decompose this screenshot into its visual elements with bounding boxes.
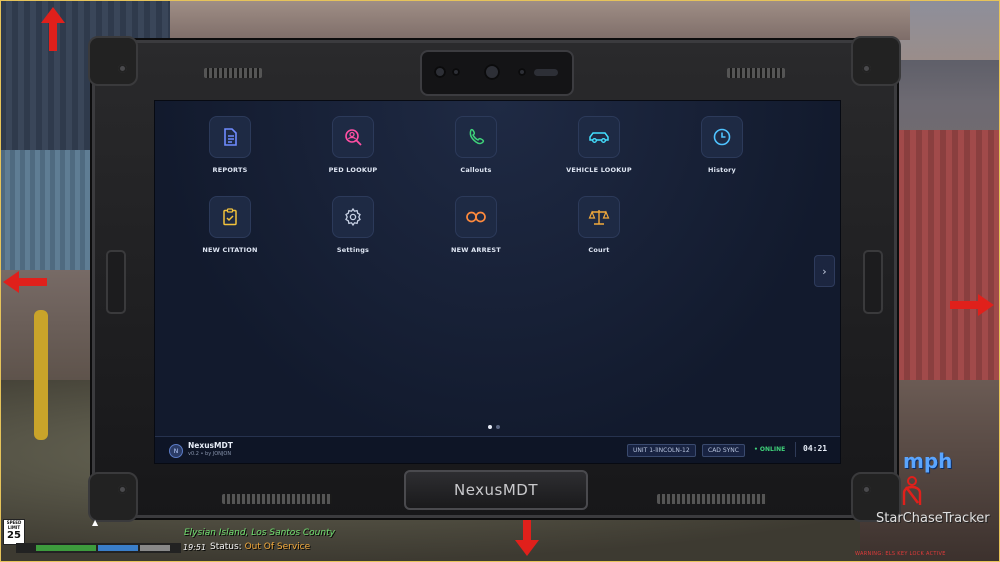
speed-limit-value: 25 xyxy=(7,530,21,541)
speed-unit: mph xyxy=(903,449,953,473)
yellow-post xyxy=(34,310,48,440)
shipping-container-left xyxy=(0,150,105,270)
divider xyxy=(795,442,796,457)
app-label: PED LOOKUP xyxy=(328,166,378,174)
app-history[interactable]: History xyxy=(667,116,777,174)
camera-module xyxy=(420,50,574,96)
mdt-tablet[interactable]: REPORTS PED LOOKUP Callouts VEHICLE LOOK… xyxy=(88,36,901,522)
app-new-citation-tile[interactable] xyxy=(209,196,251,238)
app-settings[interactable]: Settings xyxy=(298,196,408,254)
unit-badge[interactable]: UNIT 1-lINCOLN-12 xyxy=(627,444,696,457)
shipping-container-right xyxy=(880,130,1000,390)
vent-grille xyxy=(727,68,785,78)
app-court-tile[interactable] xyxy=(578,196,620,238)
app-vehicle-lookup[interactable]: VEHICLE LOOKUP xyxy=(544,116,654,174)
tablet-corner xyxy=(88,472,138,522)
screw xyxy=(862,64,871,73)
speed-limit-sign: SPEED LIMIT 25 xyxy=(3,519,25,545)
brand-name: NexusMDT xyxy=(188,441,233,450)
player-marker-icon: ▲ xyxy=(92,518,99,527)
tablet-corner xyxy=(851,36,901,86)
app-court[interactable]: Court xyxy=(544,196,654,254)
screw xyxy=(862,485,871,494)
duty-status: Status: Out Of Service xyxy=(210,542,310,552)
camera-lens-icon xyxy=(434,66,446,78)
app-callouts-tile[interactable] xyxy=(455,116,497,158)
page-dot-active[interactable] xyxy=(488,425,492,429)
app-ped-lookup[interactable]: PED LOOKUP xyxy=(298,116,408,174)
brand-version: v0.2 • by JONJON xyxy=(188,451,232,457)
els-warning: WARNING: ELS KEY LOCK ACTIVE xyxy=(855,551,946,557)
tablet-corner xyxy=(88,36,138,86)
app-label: Court xyxy=(588,246,610,254)
side-button-left[interactable] xyxy=(106,250,126,314)
resize-arrow-down-icon[interactable] xyxy=(515,512,539,560)
app-new-arrest[interactable]: NEW ARREST xyxy=(421,196,531,254)
mdt-screen: REPORTS PED LOOKUP Callouts VEHICLE LOOK… xyxy=(154,100,841,464)
location-label: Elysian Island, Los Santos County xyxy=(184,528,335,538)
app-vehicle-lookup-tile[interactable] xyxy=(578,116,620,158)
app-label: History xyxy=(708,166,736,174)
app-label: NEW CITATION xyxy=(202,246,258,254)
nexus-logo-icon: N xyxy=(169,444,183,458)
scales-icon xyxy=(588,210,610,225)
sensor-icon xyxy=(452,68,460,76)
app-label: NEW ARREST xyxy=(451,246,501,254)
person-search-icon xyxy=(345,129,362,146)
next-page-button[interactable]: › xyxy=(814,255,835,287)
page-indicator xyxy=(488,425,500,429)
gear-icon xyxy=(345,207,361,227)
camera-lens-icon xyxy=(484,64,500,80)
cad-sync-badge[interactable]: CAD SYNC xyxy=(702,444,745,457)
app-label: REPORTS xyxy=(212,166,248,174)
speed-limit-label: SPEED LIMIT xyxy=(6,520,22,530)
app-label: VEHICLE LOOKUP xyxy=(566,166,632,174)
app-reports-tile[interactable] xyxy=(209,116,251,158)
clipboard-check-icon xyxy=(223,208,237,226)
app-callouts[interactable]: Callouts xyxy=(421,116,531,174)
tablet-nameplate: NexusMDT xyxy=(404,470,588,510)
handcuffs-icon xyxy=(466,211,486,223)
app-reports[interactable]: REPORTS xyxy=(175,116,285,174)
vent-grille xyxy=(657,494,767,504)
speaker-slot xyxy=(534,69,558,76)
app-ped-lookup-tile[interactable] xyxy=(332,116,374,158)
resize-arrow-right-icon[interactable] xyxy=(950,294,994,320)
app-settings-tile[interactable] xyxy=(332,196,374,238)
armor-bar xyxy=(98,545,138,551)
online-status: • ONLINE xyxy=(754,446,786,453)
app-label: Callouts xyxy=(460,166,492,174)
status-label: Status: xyxy=(210,542,242,552)
clock: 04:21 xyxy=(803,444,828,453)
resize-arrow-up-icon[interactable] xyxy=(41,7,65,55)
vent-grille xyxy=(204,68,262,78)
clock-icon xyxy=(713,128,731,146)
stamina-bar xyxy=(140,545,170,551)
phone-icon xyxy=(469,128,485,145)
screw xyxy=(118,485,127,494)
starchase-tracker-label: StarChaseTracker xyxy=(876,511,990,526)
app-new-arrest-tile[interactable] xyxy=(455,196,497,238)
game-time: 19:51 xyxy=(183,543,207,552)
health-bar xyxy=(36,545,96,551)
page-dot[interactable] xyxy=(496,425,500,429)
screw xyxy=(118,64,127,73)
status-value: Out Of Service xyxy=(244,542,311,552)
document-icon xyxy=(224,128,237,146)
seatbelt-icon xyxy=(898,475,926,513)
sensor-icon xyxy=(518,68,526,76)
mdt-status-bar: N NexusMDT v0.2 • by JONJON UNIT 1-lINCO… xyxy=(155,436,840,463)
vent-grille xyxy=(222,494,332,504)
side-button-right[interactable] xyxy=(863,250,883,314)
resize-arrow-left-icon[interactable] xyxy=(3,271,47,297)
app-new-citation[interactable]: NEW CITATION xyxy=(175,196,285,254)
car-icon xyxy=(589,132,609,143)
app-history-tile[interactable] xyxy=(701,116,743,158)
warehouse-roof xyxy=(150,0,910,40)
app-label: Settings xyxy=(336,246,370,254)
